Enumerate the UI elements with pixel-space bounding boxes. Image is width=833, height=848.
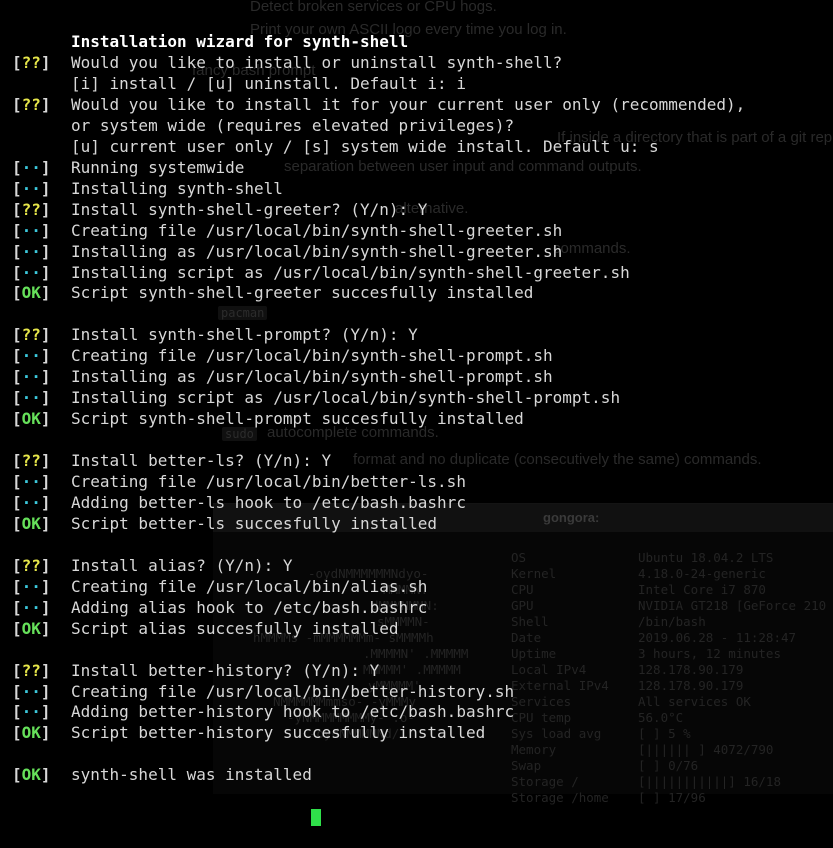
sysinfo-value: 4.18.0-24-generic xyxy=(638,566,766,581)
bg-doc-line: separation between user input and comman… xyxy=(284,158,642,175)
info-tag: [··] xyxy=(12,241,51,261)
info-tag: [··] xyxy=(12,702,51,722)
sysinfo-value: [|||||||||||] 16/18 xyxy=(638,774,781,789)
line-text: Install alias? (Y/n): Y xyxy=(71,555,293,575)
info-tag: [··] xyxy=(12,681,51,701)
line-text: or system wide (requires elevated privil… xyxy=(71,115,515,135)
sysinfo-value: Ubuntu 18.04.2 LTS xyxy=(638,550,774,565)
wizard-title-text: Installation wizard for synth-shell xyxy=(71,32,409,51)
info-tag: [··] xyxy=(12,220,51,240)
info-tag: [··] xyxy=(12,597,51,617)
sysinfo-key: External IPv4 xyxy=(511,678,609,693)
line-text: Creating file /usr/local/bin/alias.sh xyxy=(71,576,428,596)
bg-code-pill: pacman xyxy=(218,306,268,320)
line-text: Adding alias hook to /etc/bash.bashrc xyxy=(71,597,428,617)
info-tag: [··] xyxy=(12,178,51,198)
sysinfo-value: [ ] 0/76 xyxy=(638,758,699,773)
sysinfo-key: Local IPv4 xyxy=(511,662,587,677)
line-text: Installing script as /usr/local/bin/synt… xyxy=(71,388,621,408)
line-text: Install better-history? (Y/n): Y xyxy=(71,660,380,680)
line-text: Script synth-shell-greeter succesfully i… xyxy=(71,283,534,303)
line-text: Running systemwide xyxy=(71,157,245,177)
question-tag: [??] xyxy=(12,53,51,72)
sysinfo-value: 128.178.90.179 xyxy=(638,678,744,693)
sysinfo-key: OS xyxy=(511,550,527,565)
question-tag: [??] xyxy=(12,325,51,345)
sysinfo-key: Shell xyxy=(511,614,549,629)
ok-tag: [OK] xyxy=(12,409,51,429)
sysinfo-key: Services xyxy=(511,694,572,709)
info-tag: [··] xyxy=(12,388,51,408)
line-text: Would you like to install or uninstall s… xyxy=(71,53,563,72)
sysinfo-value: 56.0°C xyxy=(638,710,684,725)
line-text: Install better-ls? (Y/n): Y xyxy=(71,451,332,471)
line-text: Installing synth-shell xyxy=(71,178,283,198)
line-text: Adding better-ls hook to /etc/bash.bashr… xyxy=(71,492,466,512)
line-text: Script synth-shell-prompt succesfully in… xyxy=(71,409,524,429)
sysinfo-key: Date xyxy=(511,630,542,645)
sysinfo-key: Sys load avg xyxy=(511,726,602,741)
line-text: Creating file /usr/local/bin/better-hist… xyxy=(71,681,515,701)
ok-tag: [OK] xyxy=(12,618,51,638)
sysinfo-key: Storage /home xyxy=(511,790,609,805)
info-tag: [··] xyxy=(12,157,51,177)
sysinfo-value: 128.178.90.179 xyxy=(638,662,744,677)
info-tag: [··] xyxy=(12,576,51,596)
line-text: Script better-history succesfully instal… xyxy=(71,723,486,743)
sysinfo-value: [ ] 17/96 xyxy=(638,790,706,805)
sysinfo-value: NVIDIA GT218 [GeForce 210 xyxy=(638,598,827,613)
info-tag: [··] xyxy=(12,346,51,366)
sysinfo-value: Intel Core i7 870 xyxy=(638,582,766,597)
bg-doc-line: Detect broken services or CPU hogs. xyxy=(250,0,497,15)
sysinfo-key: Swap xyxy=(511,758,542,773)
sysinfo-value: [|||||| ] 4072/790 xyxy=(638,742,774,757)
question-tag: [??] xyxy=(12,555,51,575)
cursor-block[interactable] xyxy=(311,809,321,827)
wizard-title: Installation wizard for synth-shell xyxy=(0,10,408,51)
background-terminal-window: gongora: OS Ubuntu 18.04.2 LTS Kernel 4.18.… xyxy=(213,503,833,805)
bg-doc-line: format and no duplicate (consecutively t… xyxy=(353,451,762,468)
prompt-line[interactable] xyxy=(0,785,321,827)
line-text: Installing as /usr/local/bin/synth-shell… xyxy=(71,367,553,387)
line-text: synth-shell was installed xyxy=(71,765,312,785)
question-tag: [??] xyxy=(12,199,51,219)
line-text: Script better-ls succesfully installed xyxy=(71,513,438,533)
info-tag: [··] xyxy=(12,262,51,282)
line-text: Installing script as /usr/local/bin/synt… xyxy=(71,262,630,282)
line-text: Creating file /usr/local/bin/synth-shell… xyxy=(71,346,553,366)
ok-tag: [OK] xyxy=(12,513,51,533)
bg-doc-line: commands. xyxy=(553,240,631,257)
line-text: Creating file /usr/local/bin/synth-shell… xyxy=(71,220,563,240)
question-tag: [??] xyxy=(12,451,51,471)
sysinfo-value: 3 hours, 12 minutes xyxy=(638,646,781,661)
line-text: [u] current user only / [s] system wide … xyxy=(71,136,659,156)
sysinfo-key: CPU temp xyxy=(511,710,572,725)
line-text: Installing as /usr/local/bin/synth-shell… xyxy=(71,241,563,261)
line-text: Install synth-shell-greeter? (Y/n): Y xyxy=(71,199,428,219)
sysinfo-value: 2019.06.28 - 11:28:47 xyxy=(638,630,797,645)
ok-tag: [OK] xyxy=(12,765,51,785)
line-text: Install synth-shell-prompt? (Y/n): Y xyxy=(71,325,418,345)
sysinfo-key: GPU xyxy=(511,598,534,613)
ok-tag: [OK] xyxy=(12,723,51,743)
sysinfo-key: CPU xyxy=(511,582,534,597)
sysinfo-value: /bin/bash xyxy=(638,614,706,629)
line-text: Script alias succesfully installed xyxy=(71,618,399,638)
line-text: Creating file /usr/local/bin/better-ls.s… xyxy=(71,472,466,491)
sysinfo-key: Uptime xyxy=(511,646,557,661)
sysinfo-key: Memory xyxy=(511,742,557,757)
info-tag: [··] xyxy=(12,492,51,512)
sysinfo-key: Storage / xyxy=(511,774,579,789)
sysinfo-value: All services OK xyxy=(638,694,751,709)
question-tag: [??] xyxy=(12,660,51,680)
sysinfo-key: Kernel xyxy=(511,566,557,581)
line-text: [i] install / [u] uninstall. Default i: … xyxy=(71,73,466,93)
sysinfo-value: [ ] 5 % xyxy=(638,726,691,741)
question-tag: [??] xyxy=(12,94,51,114)
line-text: Adding better-history hook to /etc/bash.… xyxy=(71,702,515,722)
info-tag: [··] xyxy=(12,472,51,491)
info-tag: [··] xyxy=(12,367,51,387)
line-text: Would you like to install it for your cu… xyxy=(71,94,746,114)
ok-tag: [OK] xyxy=(12,283,51,303)
